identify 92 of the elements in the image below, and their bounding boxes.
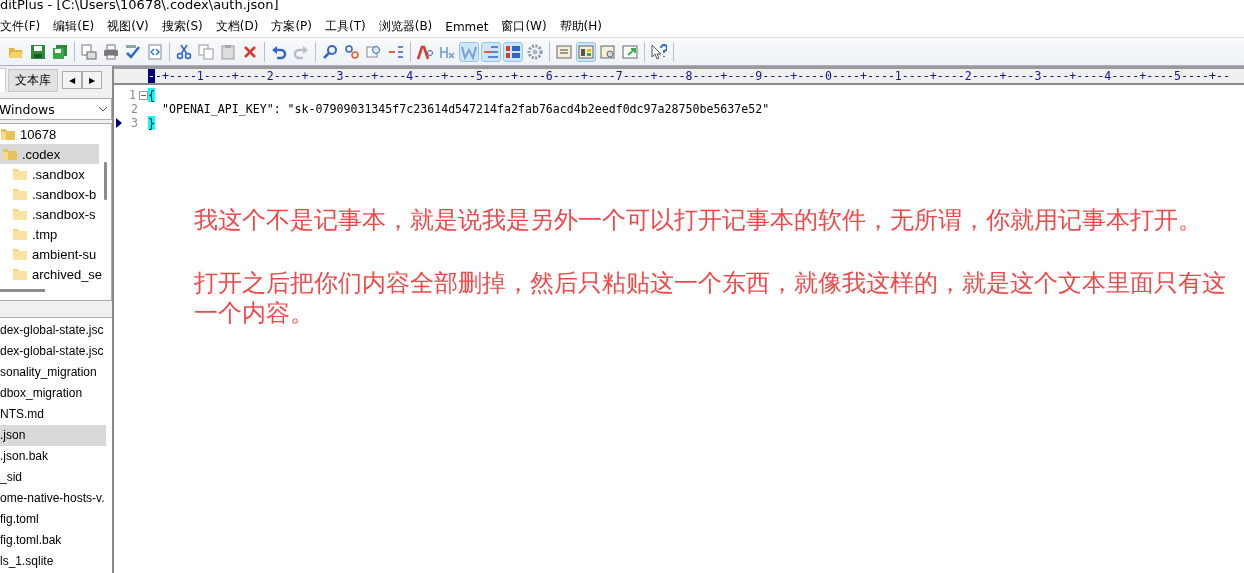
ruler: -+----1----+----2----+----3----+----4----+----5----+----6----+----7----+----8----+----9----+----0----+----1----+----2----+----3----+----4----+----5----+-- <box>155 69 1230 83</box>
menu-item[interactable]: 编辑(E) <box>53 18 102 35</box>
menu-item[interactable]: 窗口(W) <box>501 18 554 35</box>
settings-icon <box>527 43 543 60</box>
toolbar-button[interactable] <box>481 41 501 62</box>
file-item[interactable]: _sid <box>0 467 106 488</box>
drive-label: Windows <box>0 101 55 117</box>
menu-item[interactable]: 搜索(S) <box>161 18 210 35</box>
folder-name: .tmp <box>32 226 58 242</box>
tree-item[interactable]: 10678 <box>0 124 99 144</box>
undo-icon <box>271 43 287 60</box>
indent-icon <box>388 43 404 60</box>
line-number: 1 <box>128 88 136 102</box>
file-item[interactable]: .json <box>0 425 106 446</box>
tree-item[interactable]: .tmp <box>0 224 99 244</box>
toolbar-button[interactable] <box>649 41 669 62</box>
toolbar-button[interactable] <box>576 41 596 62</box>
line-indent-icon <box>483 43 499 60</box>
folder-icon <box>12 187 28 201</box>
list-window-icon <box>556 43 572 60</box>
line-number: 3 <box>130 116 138 130</box>
search-window-icon <box>600 43 616 60</box>
clipboard-icon <box>220 43 236 60</box>
file-item[interactable]: fig.toml.bak <box>0 530 106 551</box>
tree-item[interactable]: .sandbox-b <box>0 184 99 204</box>
external-window-icon <box>622 43 638 60</box>
folder-name: .sandbox-s <box>32 206 96 222</box>
folder-icon <box>12 207 28 221</box>
menu-item[interactable]: 工具(T) <box>325 18 373 35</box>
folder-name: ambient-su <box>32 246 97 262</box>
copy-icon <box>198 43 214 60</box>
folder-icon <box>12 247 28 261</box>
floppy-disks-icon <box>52 43 68 60</box>
redo-icon <box>293 43 309 60</box>
code-document-icon <box>147 43 163 60</box>
file-item[interactable]: dex-global-state.jsc <box>0 341 106 362</box>
file-item[interactable]: dex-global-state.jsc <box>0 320 106 341</box>
folder-icon <box>2 147 18 161</box>
annotation-text: 打开之后把你们内容全部删掉，然后只粘贴这一个东西，就像我这样的，就是这个文本里面只有这一个内容。 <box>194 268 1227 328</box>
menu-item[interactable]: 方案(P) <box>271 18 319 35</box>
folder-icon <box>12 167 28 181</box>
file-item[interactable]: ls_1.sqlite <box>0 551 106 572</box>
line-number: 2 <box>130 102 138 116</box>
search-icon <box>322 43 338 60</box>
print-preview-icon <box>81 43 97 60</box>
menu-item[interactable]: 视图(V) <box>107 18 156 35</box>
tree-item[interactable]: .codex <box>0 144 99 164</box>
menu-item[interactable]: 文件(F) <box>0 18 48 35</box>
replace-icon <box>344 43 360 60</box>
toolbar-button[interactable] <box>145 41 165 62</box>
code-line: "OPENAI_API_KEY": "sk-07909031345f7c23614d547214fa2fab76acd4b2eedf0dc97a28750be5637e52" <box>160 102 770 116</box>
menu-item[interactable]: 文档(D) <box>215 18 266 35</box>
delete-icon <box>242 43 258 60</box>
sidebar-tab[interactable]: 文本库 <box>8 69 58 92</box>
folder-name: 10678 <box>20 126 57 142</box>
line-numbers-icon <box>505 43 521 60</box>
window-title: ditPlus - [C:\Users\10678\.codex\auth.json] <box>0 0 280 14</box>
folder-name: archived_se <box>32 266 103 282</box>
printer-icon <box>103 43 119 60</box>
font-icon <box>417 43 433 60</box>
folder-icon <box>0 127 16 141</box>
menu-item[interactable]: 浏览器(B) <box>378 18 440 35</box>
tree-item[interactable]: .sandbox-s <box>0 204 99 224</box>
annotation-text: 我这个不是记事本，就是说我是另外一个可以打开记事本的软件，无所谓，你就用记事本打开。 <box>194 205 1203 235</box>
menu-item[interactable]: Emmet <box>445 19 496 34</box>
chevron-down-icon <box>98 106 108 112</box>
file-item[interactable]: .json.bak <box>0 446 106 467</box>
scrollbar-thumb[interactable] <box>104 162 107 200</box>
scrollbar-thumb[interactable] <box>0 289 45 292</box>
tree-item[interactable]: .sandbox <box>0 164 99 184</box>
file-item[interactable]: NTS.md <box>0 404 106 425</box>
panel-window-icon <box>578 43 594 60</box>
ruler-cursor: - <box>148 69 155 83</box>
toolbar-button[interactable] <box>503 41 523 62</box>
file-item[interactable]: sonality_migration <box>0 362 106 383</box>
file-item[interactable]: dbox_migration <box>0 383 106 404</box>
drive-dropdown[interactable]: Windows <box>0 98 112 120</box>
folder-name: .sandbox <box>32 166 85 182</box>
help-icon <box>651 43 667 60</box>
goto-icon <box>366 43 382 60</box>
toolbar-button[interactable] <box>101 41 121 62</box>
menu-item[interactable]: 帮助(H) <box>559 18 609 35</box>
folder-icon <box>12 227 28 241</box>
scissors-icon <box>176 43 192 60</box>
tree-item[interactable]: ambient-su <box>0 244 99 264</box>
scroll-tab-button[interactable]: ◀ <box>62 71 82 89</box>
checkmark-icon <box>125 43 141 60</box>
folder-name: .sandbox-b <box>32 186 97 202</box>
file-item[interactable]: ome-native-hosts-v. <box>0 488 106 509</box>
folder-icon <box>12 267 28 281</box>
scroll-tab-button[interactable]: ▶ <box>82 71 102 89</box>
file-item[interactable]: fig.toml <box>0 509 106 530</box>
